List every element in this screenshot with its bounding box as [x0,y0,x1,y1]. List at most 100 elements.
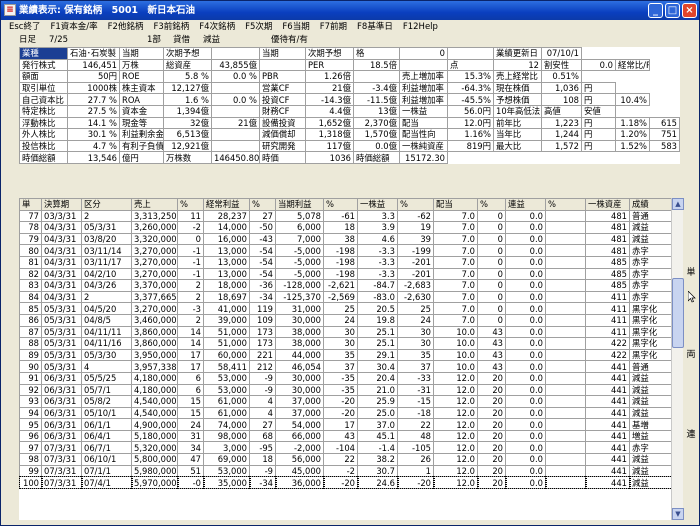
column-header[interactable]: 成績 [629,198,671,211]
column-header[interactable]: % [477,198,506,211]
minimize-icon[interactable]: _ [648,3,663,18]
table-cell: 24.6 [356,475,399,490]
column-header[interactable]: 経常利益 [203,198,250,211]
table-cell: 07/1/1 [81,464,132,478]
table-cell: 93 [19,395,42,408]
maximize-icon[interactable]: □ [665,3,680,18]
column-header[interactable]: 決算期 [41,198,82,211]
table-cell: -54 [249,255,276,269]
table-row[interactable]: 82 04/3/31 04/2/10 3,270,000 -1 13,000 -54 -5,0… [19,267,671,281]
table-row[interactable]: 88 05/3/31 04/11/16 3,860,000 14 51,000 173 38,… [19,337,671,350]
table-row[interactable]: 90 05/3/31 4 3,957,338 17 58,411 212 46,054 37 30… [19,360,671,373]
table-cell: 0.0 [505,290,546,304]
vertical-scrollbar[interactable]: ▲ ▼ [671,198,684,520]
table-row[interactable]: 78 04/3/31 05/3/31 3,260,000 -2 14,000 -50 6,00… [19,221,671,234]
table-cell: 51,000 [203,325,250,339]
column-header[interactable]: 一株益 [357,198,398,211]
column-header[interactable]: 一株資産 [585,198,630,211]
table-cell: 0 [477,302,506,315]
column-header[interactable]: % [177,198,204,211]
column-header[interactable]: 連益 [505,198,546,211]
table-cell: 20 [477,406,506,420]
menu-f6[interactable]: F6当期 [277,20,314,34]
column-header[interactable]: 区分 [81,198,132,211]
consolidated-view-button[interactable]: 連 [684,425,698,445]
column-header[interactable]: 売上 [131,198,178,211]
table-cell: 15 [177,395,204,408]
table-cell: 22 [323,453,358,466]
table-cell: 66,000 [275,429,324,443]
table-row[interactable]: 95 06/3/31 06/1/1 4,900,000 24 74,000 27 54,000… [19,418,671,431]
summary-cell: 減価償却 [259,128,306,141]
table-row[interactable]: 89 05/3/31 05/3/30 3,950,000 17 60,000 221 44,0… [19,348,671,362]
table-row[interactable]: 99 07/3/31 07/1/1 5,980,000 51 53,000 -9 45,000… [19,464,671,478]
summary-cell: 石油･石炭製 [67,47,120,60]
table-cell: 98 [19,453,42,466]
menu-f12-help[interactable]: F12Help [398,20,443,34]
table-row[interactable]: 92 06/3/31 05/7/1 4,180,000 6 53,000 -9 30,000-… [19,383,671,397]
menu-f2[interactable]: F2他銘柄 [103,20,149,34]
menu-f7[interactable]: F7前期 [315,20,352,34]
menu-f3[interactable]: F3前銘柄 [148,20,194,34]
table-cell: 06/7/1 [81,441,132,455]
table-row[interactable]: 91 06/3/31 05/5/25 4,180,000 6 53,000 -9 30,000… [19,371,671,385]
table-row[interactable]: 86 05/3/31 04/8/5 3,460,000 2 39,000 109 30,000… [19,313,671,327]
table-cell: 黒字化 [629,325,671,339]
column-header[interactable]: 単 [19,198,42,211]
title-bar[interactable]: ≡ 業績表示: 保有銘柄 5001 新日本石油 _ □ × [1,1,699,20]
table-row[interactable]: 96 06/3/31 06/4/1 5,180,000 31 98,000 68 66,000… [19,429,671,443]
table-row[interactable]: 77 03/3/31 2 3,313,250 11 28,237 27 5,078 -61 3.3… [19,209,671,223]
table-row[interactable]: 97 07/3/31 06/7/1 5,320,000 34 3,000 -95 -2,000… [19,441,671,455]
scroll-thumb[interactable] [672,278,684,348]
table-row[interactable]: 79 04/3/31 03/8/20 3,320,000 0 16,000 -43 7,000… [19,232,671,246]
table-row[interactable]: 83 04/3/31 04/3/26 3,370,000 2 18,000 -36 -128,… [19,279,671,292]
table-row[interactable]: 81 04/3/31 03/11/17 3,270,000 -1 13,000 -54 -5,… [19,255,671,269]
table-cell: -43 [249,232,276,246]
table-row[interactable]: 84 04/3/31 2 3,377,665 2 18,697 -34 -125,370 -2,… [19,290,671,304]
column-header[interactable]: % [249,198,276,211]
table-cell: -9 [249,464,276,478]
summary-cell: 一株益 [399,104,448,118]
table-row[interactable]: 93 06/3/31 05/8/2 4,540,000 15 61,000 4 37,000-… [19,395,671,408]
summary-cell: 12.0円 [447,116,494,130]
table-cell: 4,180,000 [131,383,178,397]
summary-cell [447,47,494,60]
table-row[interactable]: 85 05/3/31 04/5/20 3,270,000 -3 41,000 119 31,0… [19,302,671,315]
single-view-button[interactable]: 単 [684,263,698,283]
table-cell: -3.3 [357,244,398,257]
column-header[interactable]: % [323,198,358,211]
both-view-button[interactable]: 両 [684,345,698,365]
close-icon[interactable]: × [682,3,697,18]
table-cell: 0.0 [505,255,546,269]
table-cell: 7.0 [433,232,478,246]
summary-cell: 配当 [399,116,448,130]
summary-cell: 億円 [119,151,164,164]
table-cell: 1 [397,464,434,478]
app-icon: ≡ [4,4,16,16]
column-header[interactable]: % [397,198,434,211]
table-row[interactable]: 94 06/3/31 05/10/1 4,540,000 15 61,000 4 37,000… [19,406,671,420]
menu-esc-exit[interactable]: Esc終了 [4,20,45,34]
summary-cell: 売上経常比 [493,70,542,83]
menu-f5[interactable]: F5次期 [240,20,277,34]
menu-f8[interactable]: F8基準日 [352,20,398,34]
column-header[interactable]: % [545,198,586,211]
history-table-area[interactable]: 単決算期 区分 売上% 経常利益% 当期利益% 一株益% 配当% 連益% 一株資産 成績 77 03… [19,198,671,520]
table-cell: 485 [585,267,630,281]
table-row[interactable]: 98 07/3/31 06/10/1 5,800,000 47 69,000 18 56,00… [19,453,671,466]
column-header[interactable]: 当期利益 [275,198,324,211]
menu-f1[interactable]: F1資本金/率 [45,20,102,34]
table-row[interactable]: 100 07/3/31 07/4/1 5,970,000 -0 35,000 -34 36,0… [19,475,671,490]
table-cell: 2 [177,313,204,327]
table-cell: 07/3/31 [41,464,82,478]
table-row[interactable]: 80 04/3/31 03/11/14 3,270,000 -1 13,000 -54 -5,… [19,244,671,257]
table-cell: 53,000 [203,464,250,478]
table-cell: -95 [249,441,276,455]
scroll-down-icon[interactable]: ▼ [672,508,684,520]
table-row[interactable]: 87 05/3/31 04/11/11 3,860,000 14 51,000 173 38,… [19,325,671,339]
menu-f4[interactable]: F4次銘柄 [194,20,240,34]
table-cell: 56,000 [275,453,324,466]
table-cell: 03/11/17 [81,255,132,269]
column-header[interactable]: 配当 [433,198,478,211]
scroll-up-icon[interactable]: ▲ [672,198,684,210]
